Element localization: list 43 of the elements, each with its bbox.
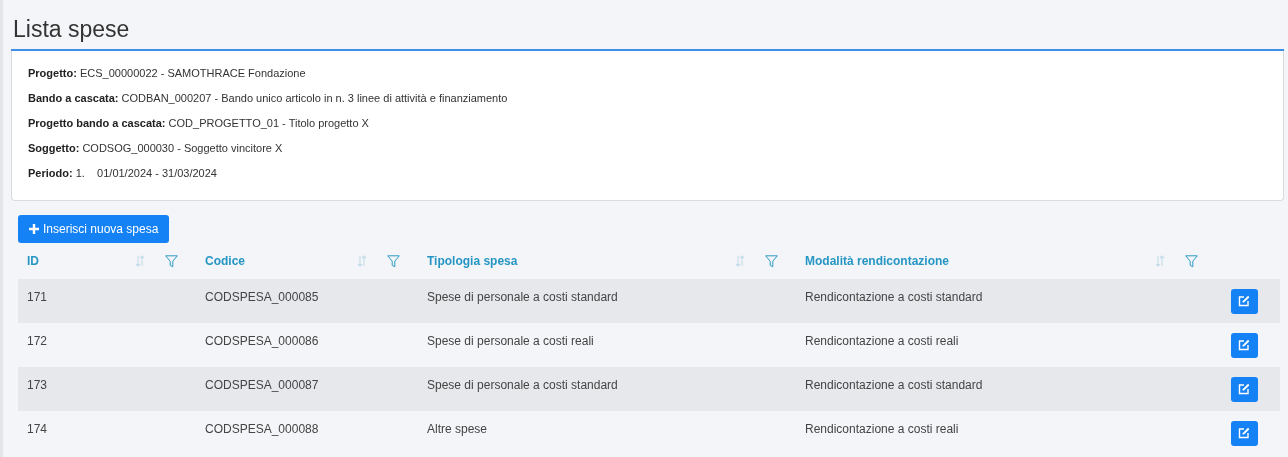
plus-icon: [29, 224, 39, 234]
sort-icon[interactable]: [1155, 255, 1165, 267]
table-cell-text: Rendicontazione a costi standard: [804, 377, 984, 394]
add-expense-button[interactable]: Inserisci nuova spesa: [18, 215, 170, 243]
edit-button[interactable]: [1230, 332, 1258, 358]
table-cell-text: 171: [26, 289, 49, 306]
table-cell-text: Spese di personale a costi reali: [426, 333, 595, 350]
table-cell-text: Rendicontazione a costi reali: [804, 421, 960, 438]
edit-button[interactable]: [1230, 376, 1258, 402]
filter-icon[interactable]: [1185, 254, 1198, 268]
table-cell-text: 172: [26, 333, 49, 350]
info-line: Progetto: ECS_00000022 - SAMOTHRACE Fondazione: [28, 66, 307, 81]
table-cell-text: CODSPESA_000087: [204, 377, 320, 394]
table-cell-text: CODSPESA_000086: [204, 333, 320, 350]
column-header[interactable]: Codice: [205, 254, 337, 268]
table-cell-text: Rendicontazione a costi standard: [804, 289, 984, 306]
edit-icon: [1238, 383, 1250, 395]
edit-icon: [1238, 427, 1250, 439]
column-header[interactable]: Modalità rendicontazione: [805, 254, 1135, 268]
filter-icon[interactable]: [165, 254, 178, 268]
info-line: Bando a cascata: CODBAN_000207 - Bando unico articolo in n. 3 linee di attività e finanziamento: [28, 91, 509, 106]
info-line: Progetto bando a cascata: COD_PROGETTO_01 - Titolo progetto X: [28, 116, 370, 131]
edit-icon: [1238, 339, 1250, 351]
sort-icon[interactable]: [735, 255, 745, 267]
filter-icon[interactable]: [387, 254, 400, 268]
sort-icon[interactable]: [357, 255, 367, 267]
info-line: Periodo: 1. 01/01/2024 - 31/03/2024: [28, 166, 218, 181]
column-header[interactable]: Tipologia spesa: [427, 254, 715, 268]
table-cell-text: Rendicontazione a costi reali: [804, 333, 960, 350]
table-cell-text: Spese di personale a costi standard: [426, 289, 619, 306]
sort-icon[interactable]: [135, 255, 145, 267]
filter-icon[interactable]: [765, 254, 778, 268]
column-header[interactable]: ID: [27, 254, 115, 268]
table-cell-text: CODSPESA_000088: [204, 421, 320, 438]
info-line: Soggetto: CODSOG_000030 - Soggetto vincitore X: [28, 141, 284, 156]
table-cell-text: CODSPESA_000085: [204, 289, 320, 306]
table-cell-text: 174: [26, 421, 49, 438]
edit-button[interactable]: [1230, 420, 1258, 446]
edit-icon: [1238, 295, 1250, 307]
table-cell-text: Altre spese: [426, 421, 489, 438]
table-cell-text: 173: [26, 377, 49, 394]
table-cell-text: Spese di personale a costi standard: [426, 377, 619, 394]
edit-button[interactable]: [1230, 288, 1258, 314]
